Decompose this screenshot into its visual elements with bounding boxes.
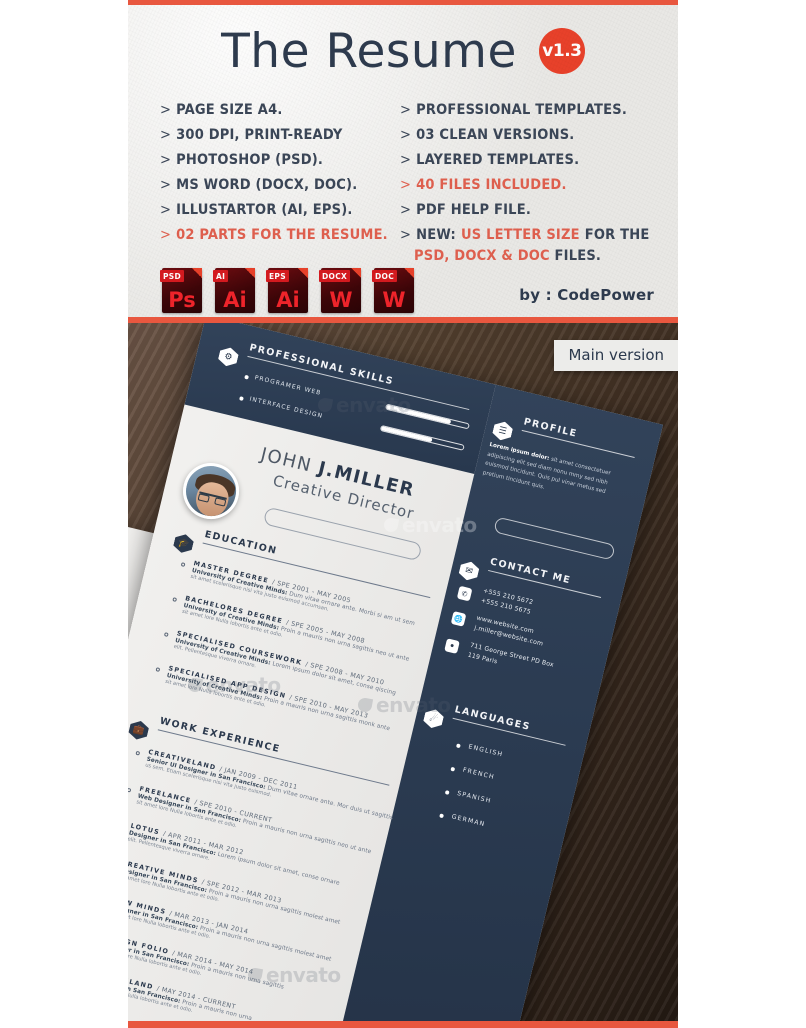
chevron-icon: > [160,102,172,118]
education-icon: 🎓 [172,532,195,555]
feature-item-new: > NEW: US LETTER SIZE FOR THE [400,228,678,243]
folded-corner-icon [404,268,414,278]
feature-label: 02 PARTS FOR THE RESUME. [176,227,388,243]
chevron-icon: > [400,177,412,193]
bullet [163,632,169,637]
file-badge-ai: AI Ai [213,268,255,313]
folded-corner-icon [192,268,202,278]
file-badge-glyph: Ps [168,288,196,312]
file-badge-docx: DOCX W [319,268,361,313]
section-title-work: WORK EXPERIENCE [158,715,282,756]
chevron-icon: > [160,227,172,243]
feature-label: 03 CLEAN VERSIONS. [416,127,575,143]
feature-new-line2-highlight: PSD, DOCX & DOC [414,248,555,264]
bullet [180,562,186,567]
feature-label: PHOTOSHOP (PSD). [176,152,324,168]
feature-new-line2: PSD, DOCX & DOC FILES. [400,249,678,264]
feature-label: ILLUSTARTOR (AI, EPS). [176,202,353,218]
feature-item: > PAGE SIZE A4. [160,103,400,118]
feature-label: MS WORD (DOCX, DOC). [176,177,358,193]
main-version-tab: Main version [554,340,678,371]
feature-item: > 300 DPI, PRINT-READY [160,128,400,143]
author-byline: by : CodePower [519,286,654,304]
file-badge-tag: DOC [372,270,398,282]
bullet [155,667,161,672]
chevron-icon: > [400,227,412,243]
feature-new-suffix: FOR THE [584,227,650,243]
chevron-icon: > [160,152,172,168]
feature-item: > PDF HELP FILE. [400,203,678,218]
file-badge-tag: PSD [160,270,185,282]
bottom-accent-rule [128,1021,678,1028]
file-format-badges: PSD Ps AI Ai EPS Ai DOCX W DOC W [160,268,414,313]
chevron-icon: > [160,177,172,193]
header-panel: The Resume v1.3 > PAGE SIZE A4. > 300 DP… [128,5,678,317]
feature-item-highlight: > 40 FILES INCLUDED. [400,178,678,193]
file-badge-doc: DOC W [372,268,414,313]
feature-label: LAYERED TEMPLATES. [416,152,580,168]
feature-label: PAGE SIZE A4. [176,102,283,118]
feature-label: PDF HELP FILE. [416,202,531,218]
folded-corner-icon [351,268,361,278]
chevron-icon: > [160,202,172,218]
bullet [135,750,141,756]
chevron-icon: > [160,127,172,143]
file-badge-tag: EPS [266,270,289,282]
folded-corner-icon [298,268,308,278]
feature-new-prefix: NEW: [416,227,456,243]
feature-item: > ILLUSTARTOR (AI, EPS). [160,203,400,218]
briefcase-icon: 💼 [128,719,150,742]
feature-new-line2-suffix: FILES. [554,248,602,264]
file-badge-glyph: Ai [223,288,247,312]
file-badge-glyph: W [329,288,353,312]
file-badge-eps: EPS Ai [266,268,308,313]
chevron-icon: > [400,202,412,218]
feature-item: > 03 CLEAN VERSIONS. [400,128,678,143]
title-row: The Resume v1.3 [128,19,678,83]
chevron-icon: > [400,152,412,168]
mockup-photo: - John DOE / creative sit amet consectet… [128,323,678,1021]
feature-column-left: > PAGE SIZE A4. > 300 DPI, PRINT-READY >… [128,103,400,264]
file-badge-glyph: W [382,288,406,312]
bullet [172,597,178,602]
feature-item-highlight: > 02 PARTS FOR THE RESUME. [160,228,400,243]
feature-item: > MS WORD (DOCX, DOC). [160,178,400,193]
file-badge-glyph: Ai [276,288,300,312]
chevron-icon: > [400,102,412,118]
item-preview: The Resume v1.3 > PAGE SIZE A4. > 300 DP… [128,0,678,1028]
feature-item: > LAYERED TEMPLATES. [400,153,678,168]
feature-column-right: > PROFESSIONAL TEMPLATES. > 03 CLEAN VER… [400,103,678,264]
folded-corner-icon [245,268,255,278]
page-root: The Resume v1.3 > PAGE SIZE A4. > 300 DP… [0,0,806,1028]
file-badge-psd: PSD Ps [160,268,202,313]
version-badge: v1.3 [538,28,585,74]
feature-lists: > PAGE SIZE A4. > 300 DPI, PRINT-READY >… [128,103,678,264]
file-badge-tag: AI [213,270,229,282]
feature-item: > PROFESSIONAL TEMPLATES. [400,103,678,118]
chevron-icon: > [400,127,412,143]
bullet [128,787,132,793]
file-badge-tag: DOCX [319,270,351,282]
feature-item: > PHOTOSHOP (PSD). [160,153,400,168]
feature-label: PROFESSIONAL TEMPLATES. [416,102,628,118]
avatar [177,457,245,525]
page-title: The Resume [221,23,517,79]
feature-label: 40 FILES INCLUDED. [416,177,567,193]
feature-new-highlight: US LETTER SIZE [460,227,580,243]
name-first: JOHN [258,443,322,479]
feature-label: 300 DPI, PRINT-READY [176,127,343,143]
